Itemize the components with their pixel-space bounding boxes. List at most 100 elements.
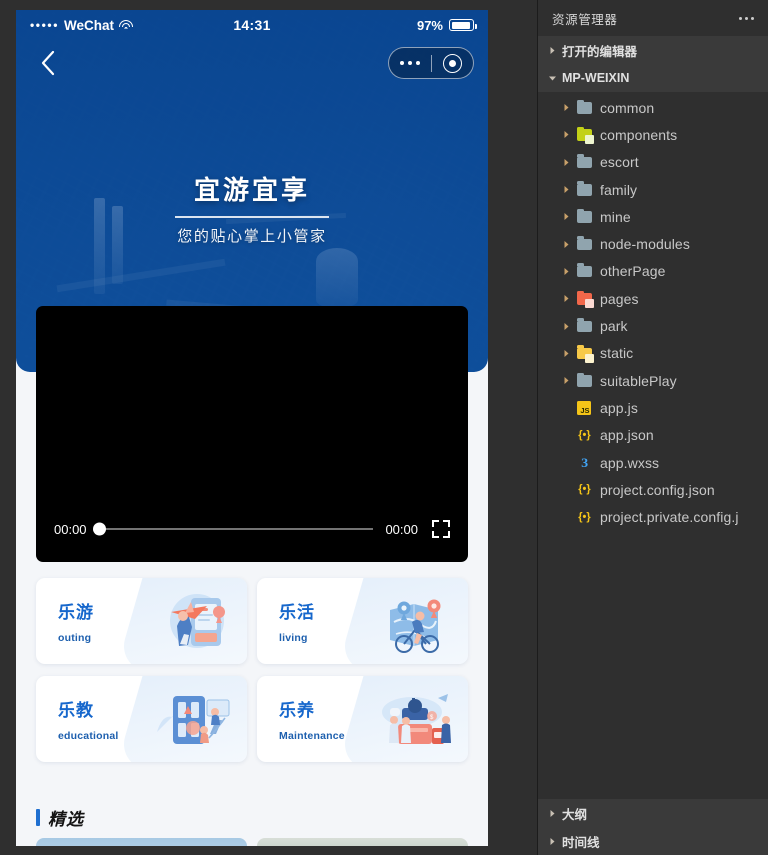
folder-gray-icon xyxy=(576,263,593,280)
tree-folder-pages[interactable]: pages xyxy=(538,285,768,312)
chevron-down-icon xyxy=(544,70,560,86)
hero-title: 宜游宜享 xyxy=(193,175,310,205)
folder-yellow-icon xyxy=(576,345,594,363)
tree-twisty-spacer xyxy=(558,509,574,525)
category-card-grid: 乐游 outing 乐活 living 乐教 educational 乐养 Ma… xyxy=(36,578,468,762)
card-title-cn: 乐教 xyxy=(58,701,94,720)
folder-shape xyxy=(577,99,592,114)
battery-percent-label: 97% xyxy=(416,17,443,33)
tree-folder-mine[interactable]: mine xyxy=(538,203,768,230)
hero-subtitle: 您的贴心掌上小管家 xyxy=(177,228,327,245)
status-bar: ••••• WeChat 14:31 97% xyxy=(16,10,488,40)
card-title-cn: 乐游 xyxy=(58,603,94,622)
tree-twisty-spacer xyxy=(558,482,574,498)
tree-folder-common[interactable]: common xyxy=(538,94,768,121)
carrier-label: WeChat xyxy=(64,17,115,33)
status-bar-left: ••••• WeChat xyxy=(30,18,190,33)
category-card-maintenance[interactable]: 乐养 Maintenance $ xyxy=(257,676,468,762)
file-tree: common components escort family mine node-mod… xyxy=(538,92,768,799)
bookshelf-illustration xyxy=(157,696,230,744)
tree-item-label: app.wxss xyxy=(600,454,660,471)
signal-dots-icon: ••••• xyxy=(30,18,60,32)
tree-folder-otherPage[interactable]: otherPage xyxy=(538,258,768,285)
folder-shape xyxy=(577,372,592,387)
folder-gray-icon xyxy=(576,372,593,389)
featured-heading: 精选 xyxy=(36,805,84,830)
folder-shape xyxy=(577,208,592,223)
tree-item-label: project.config.json xyxy=(600,481,715,498)
tree-folder-components[interactable]: components xyxy=(538,121,768,148)
chevron-right-icon[interactable] xyxy=(558,127,574,143)
section-label: 时间线 xyxy=(562,835,600,850)
section-mp-weixin[interactable]: MP-WEIXIN xyxy=(538,64,768,92)
card-title-en: living xyxy=(279,632,308,644)
capsule-more-button[interactable] xyxy=(389,60,431,66)
chevron-right-icon[interactable] xyxy=(558,291,574,307)
tree-folder-family[interactable]: family xyxy=(538,176,768,203)
target-circle-icon xyxy=(442,53,462,73)
section-outline[interactable]: 大纲 xyxy=(538,799,768,827)
tree-folder-park[interactable]: park xyxy=(538,312,768,339)
folder-gray-icon xyxy=(576,236,593,253)
video-player[interactable]: 00:00 00:00 xyxy=(36,306,468,562)
chevron-right-icon[interactable] xyxy=(558,100,574,116)
category-card-outing[interactable]: 乐游 outing xyxy=(36,578,247,664)
json-braces: {•} xyxy=(578,483,591,496)
tree-file-project-private-config-j[interactable]: {•} project.private.config.j xyxy=(538,503,768,530)
card-text: 乐游 outing xyxy=(36,598,94,644)
chevron-right-icon[interactable] xyxy=(558,373,574,389)
fullscreen-icon[interactable] xyxy=(432,520,450,538)
hero-divider xyxy=(175,216,329,218)
folder-red-icon xyxy=(576,290,594,309)
tree-folder-suitablePlay[interactable]: suitablePlay xyxy=(538,367,768,394)
section-label: 大纲 xyxy=(562,807,588,822)
explorer-header: 资源管理器 xyxy=(538,0,768,36)
video-controls: 00:00 00:00 xyxy=(36,516,468,542)
tree-item-label: suitablePlay xyxy=(600,372,677,389)
tree-item-label: park xyxy=(600,318,628,335)
tree-item-label: project.private.config.j xyxy=(600,509,739,526)
phone-viewport: ••••• WeChat 14:31 97% 宜游宜享 您的贴心掌上小管家 00… xyxy=(16,10,488,846)
tree-folder-escort[interactable]: escort xyxy=(538,149,768,176)
chevron-right-icon[interactable] xyxy=(558,182,574,198)
section-label: MP-WEIXIN xyxy=(562,71,630,85)
js-badge: JS xyxy=(577,401,591,416)
chevron-right-icon[interactable] xyxy=(558,318,574,334)
chevron-right-icon[interactable] xyxy=(558,209,574,225)
folder-gray-icon xyxy=(576,154,593,171)
tree-item-label: app.json xyxy=(600,427,654,444)
chevron-right-icon[interactable] xyxy=(558,263,574,279)
capsule-close-button[interactable] xyxy=(432,53,474,73)
tree-file-app-js[interactable]: JS app.js xyxy=(538,394,768,421)
json-file-icon: {•} xyxy=(576,427,593,444)
chevron-right-icon[interactable] xyxy=(558,154,574,170)
featured-title: 精选 xyxy=(48,810,84,829)
chevron-right-icon xyxy=(544,833,560,849)
tree-item-label: common xyxy=(600,99,655,116)
folder-gray-icon xyxy=(576,181,593,198)
section-timeline[interactable]: 时间线 xyxy=(538,827,768,855)
tree-folder-node-modules[interactable]: node-modules xyxy=(538,230,768,257)
featured-card-sky[interactable] xyxy=(36,838,247,846)
chevron-right-icon[interactable] xyxy=(558,345,574,361)
section-open-editors[interactable]: 打开的编辑器 xyxy=(538,36,768,64)
category-card-living[interactable]: 乐活 living xyxy=(257,578,468,664)
featured-card-field[interactable] xyxy=(257,838,468,846)
category-card-educational[interactable]: 乐教 educational xyxy=(36,676,247,762)
tree-twisty-spacer xyxy=(558,400,574,416)
status-bar-time: 14:31 xyxy=(233,17,271,33)
more-dots-icon[interactable] xyxy=(737,11,756,26)
chevron-right-icon xyxy=(544,805,560,821)
chevron-right-icon[interactable] xyxy=(558,236,574,252)
tree-file-app-wxss[interactable]: Зapp.wxss xyxy=(538,449,768,476)
video-progress-track[interactable] xyxy=(92,522,374,536)
tree-item-label: app.js xyxy=(600,399,638,416)
wechat-capsule xyxy=(388,47,474,79)
card-title-cn: 乐活 xyxy=(279,603,315,622)
tree-folder-static[interactable]: static xyxy=(538,340,768,367)
folder-shape xyxy=(577,263,592,278)
tree-file-app-json[interactable]: {•} app.json xyxy=(538,422,768,449)
tree-file-project-config-json[interactable]: {•} project.config.json xyxy=(538,476,768,503)
back-button[interactable] xyxy=(30,46,64,80)
video-progress-knob[interactable] xyxy=(92,522,106,536)
